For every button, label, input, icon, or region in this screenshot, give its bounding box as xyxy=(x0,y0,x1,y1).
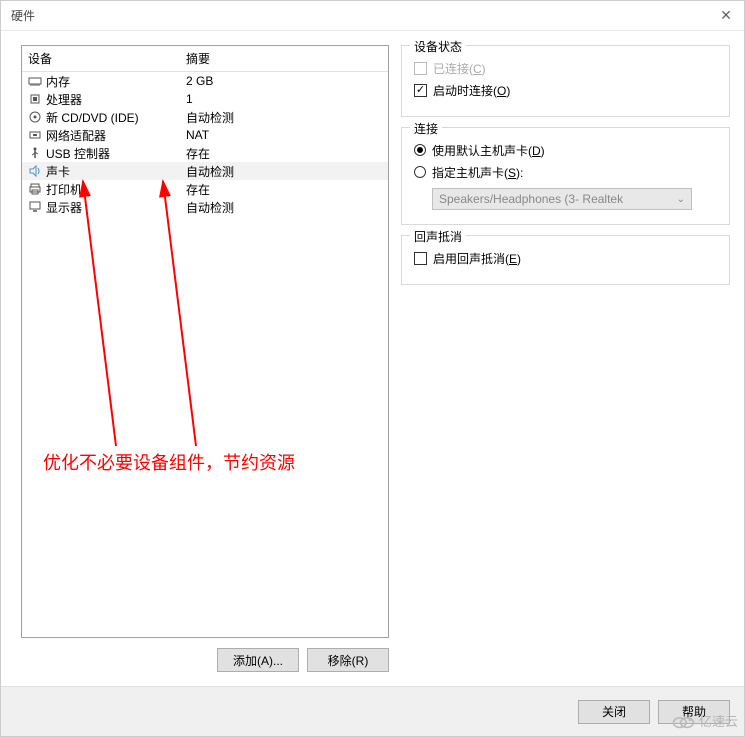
connected-label: 已连接(C) xyxy=(433,60,486,77)
device-summary: 自动检测 xyxy=(180,163,388,180)
device-label: 网络适配器 xyxy=(46,127,106,144)
device-label: USB 控制器 xyxy=(46,145,110,162)
sound-icon xyxy=(28,164,42,178)
use-default-radio[interactable] xyxy=(414,144,426,156)
specify-label: 指定主机声卡(S): xyxy=(432,164,523,181)
connect-start-line[interactable]: ✓ 启动时连接(O) xyxy=(414,80,717,100)
device-summary: 自动检测 xyxy=(180,109,388,126)
device-summary: 2 GB xyxy=(180,74,388,88)
content-area: 设备 摘要 内存 2 GB 处理器 1 xyxy=(1,31,744,686)
connected-checkbox xyxy=(414,62,427,75)
title-bar: 硬件 ✕ xyxy=(1,1,744,31)
help-button[interactable]: 帮助 xyxy=(658,700,730,724)
cpu-icon xyxy=(28,92,42,106)
echo-group: 回声抵消 启用回声抵消(E) xyxy=(401,235,730,285)
use-default-line[interactable]: 使用默认主机声卡(D) xyxy=(414,140,717,160)
dialog-footer: 关闭 帮助 xyxy=(1,686,744,736)
window-title: 硬件 xyxy=(11,7,35,24)
connected-line: 已连接(C) xyxy=(414,58,717,78)
device-row-printer[interactable]: 打印机 存在 xyxy=(22,180,388,198)
device-list-header: 设备 摘要 xyxy=(22,46,388,72)
header-device[interactable]: 设备 xyxy=(22,46,180,71)
group-title-echo: 回声抵消 xyxy=(410,228,466,245)
device-row-cddvd[interactable]: 新 CD/DVD (IDE) 自动检测 xyxy=(22,108,388,126)
device-row-usb[interactable]: USB 控制器 存在 xyxy=(22,144,388,162)
device-row-memory[interactable]: 内存 2 GB xyxy=(22,72,388,90)
device-label: 内存 xyxy=(46,73,70,90)
specify-line[interactable]: 指定主机声卡(S): xyxy=(414,162,717,182)
enable-echo-label: 启用回声抵消(E) xyxy=(433,250,521,267)
hardware-dialog: 硬件 ✕ 设备 摘要 内存 2 GB xyxy=(0,0,745,737)
add-button[interactable]: 添加(A)... xyxy=(217,648,299,672)
left-button-row: 添加(A)... 移除(R) xyxy=(21,648,389,672)
enable-echo-line[interactable]: 启用回声抵消(E) xyxy=(414,248,717,268)
close-button[interactable]: 关闭 xyxy=(578,700,650,724)
network-icon xyxy=(28,128,42,142)
device-row-cpu[interactable]: 处理器 1 xyxy=(22,90,388,108)
connect-at-start-label: 启动时连接(O) xyxy=(433,82,510,99)
device-summary: 自动检测 xyxy=(180,199,388,216)
device-row-network[interactable]: 网络适配器 NAT xyxy=(22,126,388,144)
device-summary: 存在 xyxy=(180,181,388,198)
enable-echo-checkbox[interactable] xyxy=(414,252,427,265)
specify-radio[interactable] xyxy=(414,166,426,178)
device-label: 声卡 xyxy=(46,163,70,180)
usb-icon xyxy=(28,146,42,160)
device-label: 显示器 xyxy=(46,199,82,216)
device-status-group: 设备状态 已连接(C) ✓ 启动时连接(O) xyxy=(401,45,730,117)
device-summary: 1 xyxy=(180,92,388,106)
sound-device-select: Speakers/Headphones (3- Realtek ⌄ xyxy=(432,188,692,210)
device-label: 打印机 xyxy=(46,181,82,198)
chevron-down-icon: ⌄ xyxy=(677,194,685,205)
device-label: 新 CD/DVD (IDE) xyxy=(46,109,139,126)
header-summary[interactable]: 摘要 xyxy=(180,46,388,71)
memory-icon xyxy=(28,74,42,88)
select-value: Speakers/Headphones (3- Realtek xyxy=(439,192,623,206)
connection-group: 连接 使用默认主机声卡(D) 指定主机声卡(S): Speakers/Headp… xyxy=(401,127,730,225)
remove-button[interactable]: 移除(R) xyxy=(307,648,389,672)
disc-icon xyxy=(28,110,42,124)
device-row-display[interactable]: 显示器 自动检测 xyxy=(22,198,388,216)
device-summary: 存在 xyxy=(180,145,388,162)
use-default-label: 使用默认主机声卡(D) xyxy=(432,142,545,159)
group-title-connection: 连接 xyxy=(410,120,442,137)
device-row-sound[interactable]: 声卡 自动检测 xyxy=(22,162,388,180)
display-icon xyxy=(28,200,42,214)
device-summary: NAT xyxy=(180,128,388,142)
device-list-panel: 设备 摘要 内存 2 GB 处理器 1 xyxy=(21,45,389,638)
close-icon[interactable]: ✕ xyxy=(718,8,734,24)
connect-at-start-checkbox[interactable]: ✓ xyxy=(414,84,427,97)
printer-icon xyxy=(28,182,42,196)
group-title-status: 设备状态 xyxy=(410,38,466,55)
device-label: 处理器 xyxy=(46,91,82,108)
right-settings-panel: 设备状态 已连接(C) ✓ 启动时连接(O) 连接 使用默认主机声卡(D) xyxy=(401,45,730,672)
